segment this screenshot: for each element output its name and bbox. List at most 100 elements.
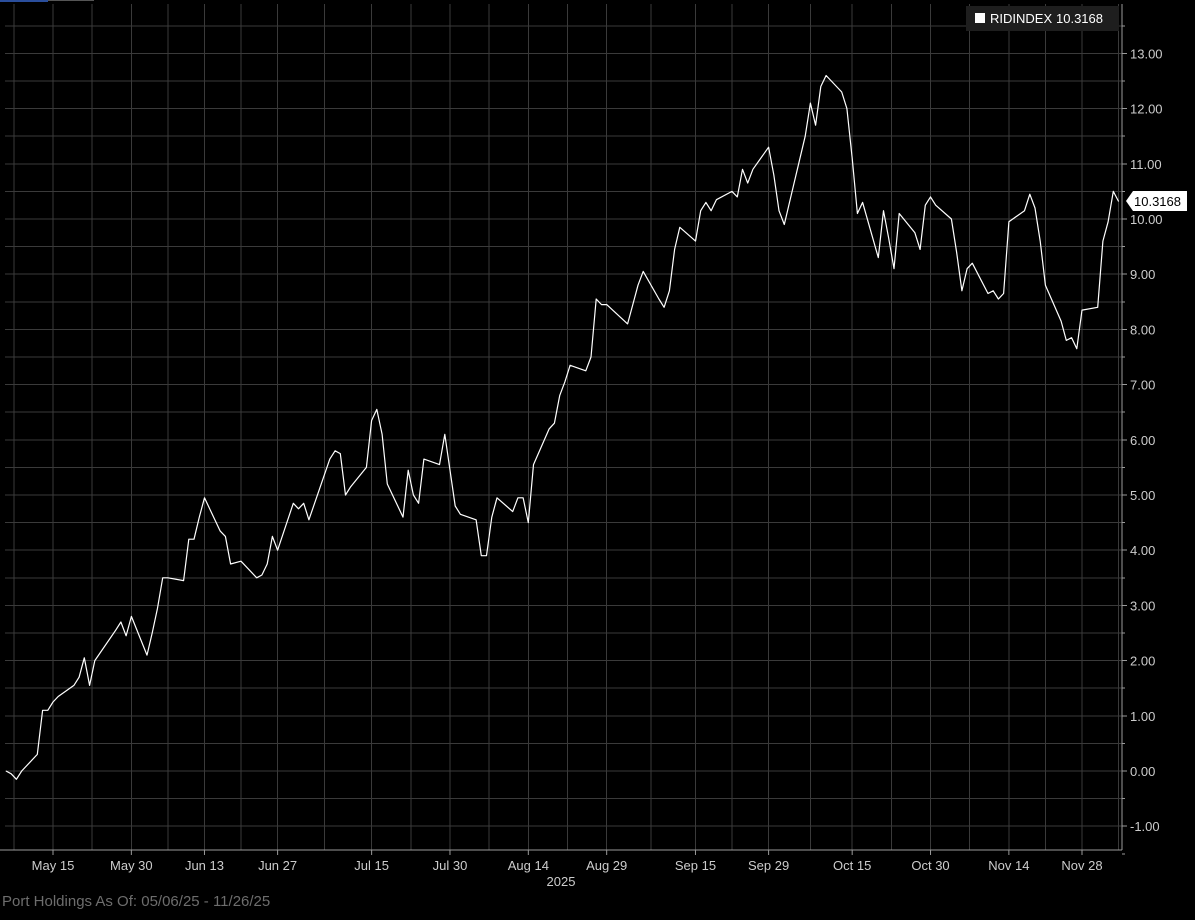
- x-tick-label: Oct 15: [833, 858, 871, 873]
- data-point: [455, 505, 456, 506]
- data-point: [549, 428, 550, 429]
- data-point: [737, 196, 738, 197]
- data-point: [5, 770, 6, 771]
- data-point: [481, 555, 482, 556]
- data-point: [1076, 348, 1077, 349]
- data-point: [664, 307, 665, 308]
- data-point: [496, 497, 497, 498]
- data-point: [1118, 201, 1119, 202]
- x-tick-label: Jul 15: [354, 858, 389, 873]
- data-point: [115, 630, 116, 631]
- data-point: [632, 304, 633, 305]
- data-point: [225, 536, 226, 537]
- data-point: [47, 710, 48, 711]
- data-point: [596, 298, 597, 299]
- y-tick-label: -1.00: [1130, 819, 1160, 834]
- data-point: [345, 494, 346, 495]
- data-point: [1071, 337, 1072, 338]
- y-tick-label: 0.00: [1130, 764, 1155, 779]
- x-tick-label: Aug 29: [586, 858, 627, 873]
- x-tick-label: Sep 29: [748, 858, 789, 873]
- data-point: [303, 503, 304, 504]
- line-chart: 13.00 12.00 11.00 10.00 9.00 8.00 7.00 6.00 5.00…: [0, 4, 1187, 889]
- data-point: [402, 517, 403, 518]
- data-point: [967, 268, 968, 269]
- data-point: [705, 202, 706, 203]
- y-tick-label: 1.00: [1130, 709, 1155, 724]
- data-point: [930, 196, 931, 197]
- data-point: [408, 470, 409, 471]
- data-point: [52, 701, 53, 702]
- data-point: [449, 470, 450, 471]
- data-point: [131, 616, 132, 617]
- grid: [5, 4, 1122, 850]
- data-point: [517, 497, 518, 498]
- data-point: [37, 754, 38, 755]
- data-point: [58, 696, 59, 697]
- data-point: [486, 555, 487, 556]
- data-point: [998, 298, 999, 299]
- data-point: [1061, 321, 1062, 322]
- data-point: [84, 657, 85, 658]
- data-point: [240, 561, 241, 562]
- data-point: [1113, 191, 1114, 192]
- data-point: [387, 483, 388, 484]
- data-point: [340, 453, 341, 454]
- data-point: [146, 655, 147, 656]
- data-point: [773, 174, 774, 175]
- data-point: [768, 147, 769, 148]
- data-point: [627, 323, 628, 324]
- x-axis-year-label: 2025: [547, 874, 576, 889]
- data-point: [167, 577, 168, 578]
- data-point: [152, 632, 153, 633]
- data-point: [564, 381, 565, 382]
- data-point: [852, 158, 853, 159]
- last-value-tag-text: 10.3168: [1134, 194, 1181, 209]
- data-point: [460, 514, 461, 515]
- x-tick-label: Sep 15: [675, 858, 716, 873]
- data-point: [298, 508, 299, 509]
- data-point: [491, 517, 492, 518]
- data-point: [731, 191, 732, 192]
- footer-range: 05/06/25 - 11/26/25: [141, 893, 271, 910]
- data-point: [1040, 241, 1041, 242]
- legend: RIDINDEX 10.3168: [966, 6, 1119, 31]
- data-point: [1024, 210, 1025, 211]
- data-point: [920, 249, 921, 250]
- footer-label: Port Holdings As Of:: [2, 893, 138, 910]
- data-point: [1008, 221, 1009, 222]
- axes: 13.00 12.00 11.00 10.00 9.00 8.00 7.00 6.00 5.00…: [0, 4, 1163, 889]
- data-point: [606, 304, 607, 305]
- data-point: [961, 290, 962, 291]
- data-point: [371, 420, 372, 421]
- series-layer: [5, 74, 1120, 780]
- data-point: [382, 434, 383, 435]
- data-point: [570, 365, 571, 366]
- y-tick-label: 7.00: [1130, 378, 1155, 393]
- data-point: [789, 202, 790, 203]
- data-point: [162, 577, 163, 578]
- data-point: [126, 635, 127, 636]
- y-tick-label: 5.00: [1130, 488, 1155, 503]
- legend-ticker: RIDINDEX: [990, 11, 1052, 26]
- data-point: [79, 677, 80, 678]
- x-tick-label: Jun 27: [258, 858, 297, 873]
- chart-container: 13.00 12.00 11.00 10.00 9.00 8.00 7.00 6.00 5.00…: [0, 0, 1195, 920]
- footer-note: Port Holdings As Of: 05/06/25 - 11/26/25: [2, 893, 270, 910]
- x-tick-label: May 30: [110, 858, 153, 873]
- data-point: [637, 285, 638, 286]
- x-tick-label: Oct 30: [911, 858, 949, 873]
- data-point: [183, 580, 184, 581]
- data-point: [199, 517, 200, 518]
- data-point: [42, 710, 43, 711]
- data-point: [914, 232, 915, 233]
- data-point: [308, 519, 309, 520]
- data-point: [935, 205, 936, 206]
- data-point: [810, 103, 811, 104]
- data-point: [585, 370, 586, 371]
- data-point: [752, 169, 753, 170]
- data-point: [16, 779, 17, 780]
- y-tick-label: 8.00: [1130, 322, 1155, 337]
- data-point: [893, 268, 894, 269]
- y-tick-label: 11.00: [1130, 157, 1162, 172]
